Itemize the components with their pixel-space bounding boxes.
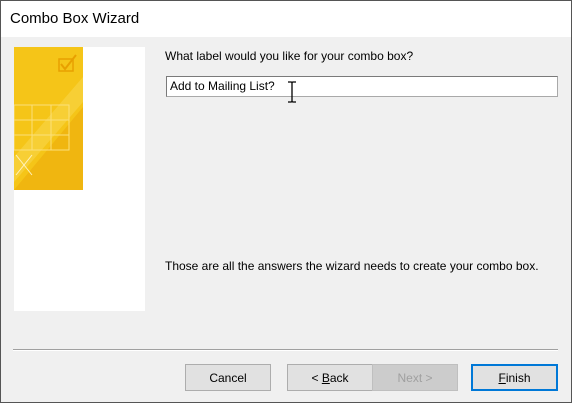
button-divider	[13, 349, 558, 351]
wizard-image-panel	[14, 47, 145, 311]
combo-box-wizard-window: Combo Box Wizard What label would you li…	[0, 0, 572, 403]
wizard-illustration-icon	[14, 47, 83, 190]
title-bar[interactable]: Combo Box Wizard	[1, 1, 571, 37]
back-button-label: < Back	[311, 370, 349, 385]
window-title: Combo Box Wizard	[10, 10, 140, 27]
completion-info-text: Those are all the answers the wizard nee…	[165, 259, 539, 273]
finish-button[interactable]: Finish	[471, 364, 558, 391]
ibeam-cursor-icon	[288, 81, 296, 103]
combo-label-input[interactable]: Add to Mailing List?	[166, 76, 558, 97]
cancel-button-label: Cancel	[209, 370, 247, 385]
back-button[interactable]: < Back	[287, 364, 373, 391]
combo-label-value: Add to Mailing List?	[170, 79, 275, 93]
cancel-button[interactable]: Cancel	[185, 364, 271, 391]
next-button-label: Next >	[397, 370, 433, 385]
label-question: What label would you like for your combo…	[165, 49, 414, 63]
next-button[interactable]: Next >	[372, 364, 458, 391]
finish-button-label: Finish	[498, 370, 531, 385]
